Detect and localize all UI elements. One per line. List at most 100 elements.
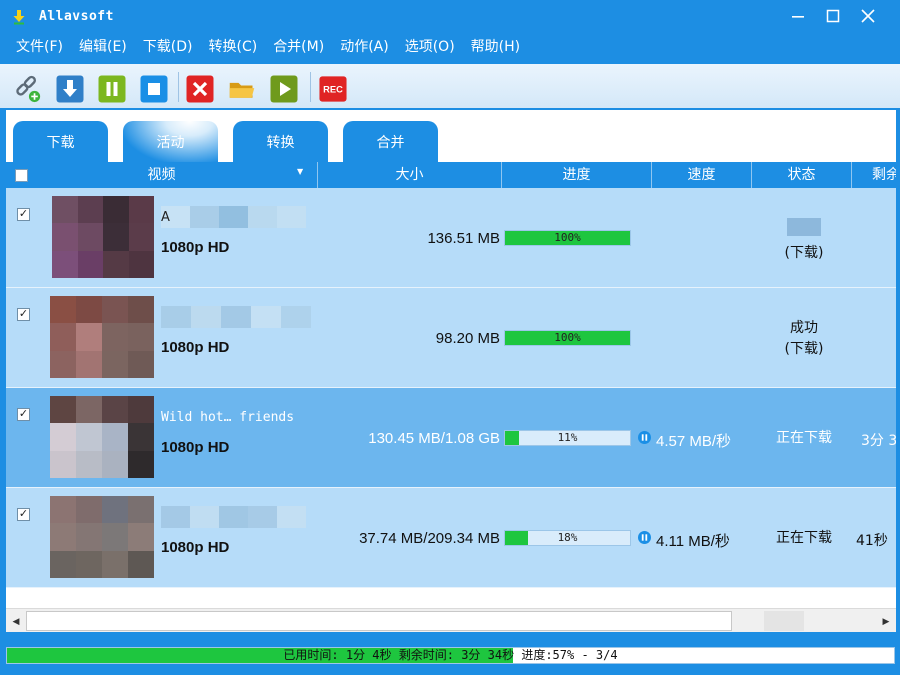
pause-button[interactable] xyxy=(98,75,126,103)
column-remaining[interactable]: 剩余 xyxy=(852,162,896,188)
folder-icon xyxy=(229,82,255,98)
progress-text: 18% xyxy=(557,531,578,544)
video-thumbnail xyxy=(52,196,154,278)
menu-download[interactable]: 下载(D) xyxy=(135,34,201,60)
toolbar: REC xyxy=(0,64,900,108)
rec-label: REC xyxy=(323,85,343,95)
toolbar-separator xyxy=(178,72,179,102)
tab-merge[interactable]: 合并 xyxy=(343,121,438,163)
title-bar: Allavsoft xyxy=(0,0,900,33)
scroll-left-icon[interactable]: ◀ xyxy=(8,612,24,630)
play-button[interactable] xyxy=(270,75,298,103)
progress-text: 100% xyxy=(554,231,581,244)
column-size[interactable]: 大小 xyxy=(318,162,502,188)
progress-bar: 100% xyxy=(504,330,631,346)
download-speed: 4.57 MB/秒 xyxy=(656,433,732,450)
minimize-icon xyxy=(792,16,804,18)
pause-icon xyxy=(98,75,126,103)
status-line2: (下载) xyxy=(784,341,824,357)
video-title-redacted xyxy=(161,306,311,328)
play-icon xyxy=(270,75,298,103)
video-thumbnail xyxy=(50,296,154,378)
rec-icon: REC xyxy=(319,76,347,102)
menu-action[interactable]: 动作(A) xyxy=(332,34,397,60)
status-cell: 正在下载 xyxy=(776,430,832,446)
record-button[interactable]: REC xyxy=(319,75,347,103)
download-speed: 4.11 MB/秒 xyxy=(656,533,730,550)
video-title: Wild hot… friends xyxy=(161,410,295,425)
stop-button[interactable] xyxy=(140,75,168,103)
progress-text: 11% xyxy=(557,431,578,444)
column-progress[interactable]: 进度 xyxy=(502,162,652,188)
progress-text: 100% xyxy=(554,331,581,344)
open-folder-button[interactable] xyxy=(228,75,256,103)
scroll-right-icon[interactable]: ▶ xyxy=(878,612,894,630)
scrollbar-track xyxy=(764,611,804,631)
menu-convert[interactable]: 转换(C) xyxy=(200,34,265,60)
maximize-icon xyxy=(826,9,840,23)
status-cell: 正在下载 xyxy=(776,530,832,546)
file-size: 136.51 MB xyxy=(427,230,500,247)
video-quality: 1080p HD xyxy=(161,239,230,256)
time-remaining: 3分 3 xyxy=(861,433,896,449)
menu-edit[interactable]: 编辑(E) xyxy=(71,34,135,60)
row-checkbox[interactable]: ✓ xyxy=(17,308,30,321)
menu-help[interactable]: 帮助(H) xyxy=(463,34,528,60)
menu-merge[interactable]: 合并(M) xyxy=(265,34,332,60)
tab-convert[interactable]: 转换 xyxy=(233,121,328,163)
menu-file[interactable]: 文件(F) xyxy=(8,34,71,60)
video-title-redacted xyxy=(161,506,306,528)
app-title: Allavsoft xyxy=(39,9,114,24)
menu-options[interactable]: 选项(O) xyxy=(397,34,463,60)
video-title: A xyxy=(161,210,170,225)
scrollbar-thumb[interactable] xyxy=(26,611,732,631)
link-add-icon xyxy=(16,75,41,103)
delete-button[interactable] xyxy=(186,75,214,103)
time-remaining: 41秒 xyxy=(856,533,888,549)
status-cell: 成功 (下载) xyxy=(754,318,854,360)
toolbar-separator xyxy=(310,72,311,102)
delete-icon xyxy=(186,75,214,103)
video-thumbnail xyxy=(50,496,154,578)
paste-url-button[interactable] xyxy=(14,75,42,103)
video-thumbnail xyxy=(50,396,154,478)
maximize-button[interactable] xyxy=(816,4,850,28)
column-status[interactable]: 状态 xyxy=(752,162,852,188)
column-video[interactable]: 视频 xyxy=(6,162,318,188)
table-header: 视频 ▼ 大小 进度 速度 状态 剩余 xyxy=(6,162,896,188)
pause-icon[interactable] xyxy=(638,431,651,444)
horizontal-scrollbar[interactable]: ◀ ▶ xyxy=(6,608,896,632)
progress-bar: 11% xyxy=(504,430,631,446)
row-checkbox[interactable]: ✓ xyxy=(17,208,30,221)
menu-bar: 文件(F) 编辑(E) 下载(D) 转换(C) 合并(M) 动作(A) 选项(O… xyxy=(0,33,900,61)
file-size: 37.74 MB/209.34 MB xyxy=(359,530,500,547)
progress-bar: 100% xyxy=(504,230,631,246)
minimize-button[interactable] xyxy=(781,4,815,28)
download-list: ✓ A 1080p HD 136.51 MB 100% (下载) ✓ 1080p… xyxy=(6,188,896,588)
overall-progress-bar: 已用时间: 1分 4秒 剩余时间: 3分 34秒 进度:57% - 3/4 xyxy=(6,647,895,664)
table-row[interactable]: ✓ 1080p HD 37.74 MB/209.34 MB 18% 4.11 M… xyxy=(6,488,896,588)
tab-active[interactable]: 活动 xyxy=(123,121,218,163)
download-icon xyxy=(56,75,84,103)
progress-bar: 18% xyxy=(504,530,631,546)
close-button[interactable] xyxy=(851,4,885,28)
list-empty-area xyxy=(6,588,896,608)
video-quality: 1080p HD xyxy=(161,539,230,556)
file-size: 98.20 MB xyxy=(435,330,500,347)
tab-download[interactable]: 下载 xyxy=(13,121,108,163)
stop-icon xyxy=(140,75,168,103)
column-speed[interactable]: 速度 xyxy=(652,162,752,188)
table-row[interactable]: ✓ Wild hot… friends 1080p HD 130.45 MB/1… xyxy=(6,388,896,488)
video-title-redacted xyxy=(161,206,306,228)
status-line2: (下载) xyxy=(784,245,824,261)
file-size: 130.45 MB/1.08 GB xyxy=(368,430,500,447)
row-checkbox[interactable]: ✓ xyxy=(17,508,30,521)
row-checkbox[interactable]: ✓ xyxy=(17,408,30,421)
table-row[interactable]: ✓ A 1080p HD 136.51 MB 100% (下载) xyxy=(6,188,896,288)
sort-desc-icon: ▼ xyxy=(297,167,304,176)
pause-icon[interactable] xyxy=(638,531,651,544)
status-redacted xyxy=(787,218,821,236)
download-button[interactable] xyxy=(56,75,84,103)
table-row[interactable]: ✓ 1080p HD 98.20 MB 100% 成功 (下载) xyxy=(6,288,896,388)
close-icon xyxy=(861,9,875,23)
